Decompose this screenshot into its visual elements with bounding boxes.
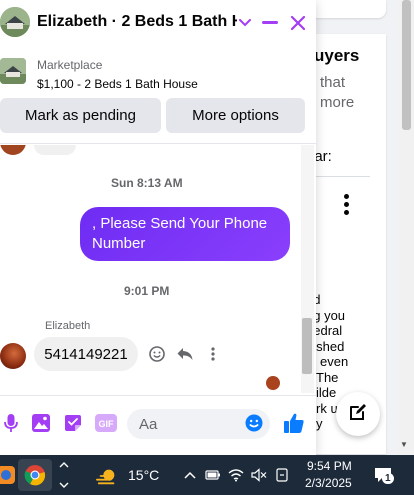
marketplace-listing-card: Marketplace $1,100 - 2 Beds 1 Bath House… — [0, 52, 316, 144]
chevron-up-icon[interactable] — [56, 457, 72, 473]
background-sub-line: more — [320, 94, 355, 111]
chrome-icon[interactable] — [19, 459, 51, 491]
background-paragraph-line: even — [320, 354, 349, 369]
more-actions-icon[interactable] — [204, 345, 222, 363]
sender-name: Elizabeth — [45, 320, 91, 332]
notification-count-badge: 1 — [382, 473, 394, 484]
background-paragraph-line: hedral — [306, 323, 343, 338]
chat-scrollbar-thumb[interactable] — [302, 318, 312, 374]
like-thumbs-up-icon[interactable] — [283, 412, 305, 434]
clock-time[interactable]: 9:54 PM — [307, 459, 352, 473]
background-paragraph-line: od — [306, 292, 386, 308]
gif-icon[interactable]: GIF — [94, 412, 118, 434]
battery-icon[interactable] — [205, 467, 221, 483]
react-emoji-icon[interactable] — [148, 345, 166, 363]
close-icon[interactable] — [287, 12, 309, 34]
background-paragraph-line: ng you — [306, 307, 346, 323]
background-paragraph-line: The — [316, 369, 339, 385]
listing-avatar[interactable] — [0, 7, 30, 37]
background-sub-line: that — [320, 74, 346, 91]
volume-muted-icon[interactable] — [251, 467, 267, 483]
chat-title[interactable]: Elizabeth · 2 Beds 1 Bath H... — [37, 13, 237, 31]
taskbar: 15°C 9:54 PM 2/3/2025 1 — [0, 455, 414, 495]
chevron-down-icon[interactable] — [234, 12, 256, 34]
avatar — [0, 145, 26, 155]
clock-date[interactable]: 2/3/2025 — [305, 476, 352, 490]
new-message-button[interactable] — [336, 392, 380, 436]
message-list[interactable]: Sun 8:13 AM , Please Send Your Phone Num… — [0, 145, 316, 393]
seen-indicator-avatar — [266, 376, 280, 390]
compose-icon — [348, 402, 368, 427]
message-timestamp: Sun 8:13 AM — [111, 176, 183, 190]
page-scrollbar-thumb[interactable] — [402, 0, 411, 130]
outgoing-message-bubble[interactable]: , Please Send Your Phone Number — [80, 207, 290, 261]
listing-title[interactable]: $1,100 - 2 Beds 1 Bath House — [37, 77, 198, 91]
show-hidden-icons-chevron-icon[interactable] — [182, 467, 198, 483]
background-divider — [310, 176, 370, 177]
wifi-icon[interactable] — [228, 467, 244, 483]
kebab-menu-icon[interactable] — [336, 194, 356, 220]
minimize-icon[interactable] — [259, 12, 281, 34]
incoming-message-bubble[interactable]: 5414149221 — [34, 337, 138, 371]
chat-window: Elizabeth · 2 Beds 1 Bath H... Marketpla… — [0, 0, 316, 455]
microphone-icon[interactable] — [0, 412, 22, 434]
mark-as-pending-button[interactable]: Mark as pending — [0, 98, 161, 133]
message-composer: GIF — [0, 395, 316, 455]
listing-thumbnail[interactable] — [0, 58, 26, 84]
more-options-button[interactable]: More options — [166, 98, 305, 133]
background-paragraph-line: nished — [306, 338, 345, 354]
background-section-title: uyers — [314, 46, 360, 65]
weather-sun-icon[interactable] — [96, 465, 118, 487]
scroll-down-arrow-icon[interactable]: ▼ — [400, 440, 408, 449]
previous-message-bubble[interactable] — [34, 145, 76, 155]
weather-temperature[interactable]: 15°C — [128, 467, 159, 483]
sender-avatar[interactable] — [0, 343, 26, 369]
emoji-icon[interactable] — [243, 412, 265, 434]
listing-source-label: Marketplace — [37, 58, 103, 72]
chevron-down-icon[interactable] — [56, 477, 72, 493]
message-timestamp: 9:01 PM — [124, 284, 170, 298]
device-sync-icon[interactable] — [274, 467, 290, 483]
sticker-icon[interactable] — [62, 412, 84, 434]
reply-icon[interactable] — [176, 345, 194, 363]
photo-icon[interactable] — [30, 412, 52, 434]
gif-label: GIF — [99, 419, 115, 429]
chat-header[interactable]: Elizabeth · 2 Beds 1 Bath H... — [0, 0, 316, 48]
